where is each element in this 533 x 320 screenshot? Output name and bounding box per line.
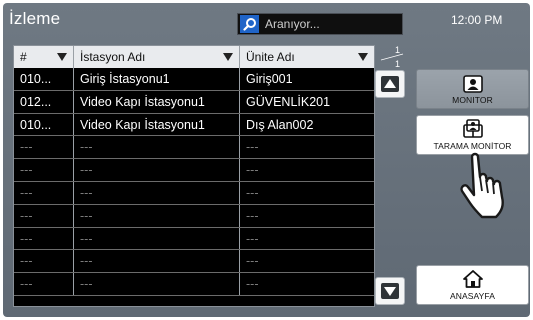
scroll-up-button[interactable]: [375, 70, 405, 98]
page-indicator: 1 1: [377, 45, 407, 69]
scan-monitor-button[interactable]: TARAMA MONİTOR: [416, 115, 529, 155]
cell-number: ---: [14, 181, 74, 204]
table-row: --- --- ---: [14, 136, 374, 160]
table-header: # İstasyon Adı Ünite Adı: [14, 46, 374, 68]
cell-station-name: ---: [74, 250, 240, 273]
cell-unit-name: ---: [246, 231, 259, 246]
page-title: İzleme: [9, 9, 61, 28]
station-table: # İstasyon Adı Ünite Adı 010... Giriş İs…: [13, 45, 375, 307]
cell-station-name: ---: [74, 227, 240, 250]
scan-monitor-button-label: TARAMA MONİTOR: [433, 141, 512, 151]
cell-unit-name: ---: [246, 163, 259, 178]
search-box[interactable]: [237, 13, 403, 35]
search-input[interactable]: [259, 16, 402, 32]
cell-station-name: Giriş İstasyonu1: [74, 68, 240, 90]
triangle-down-icon: [381, 283, 399, 299]
scroll-down-button[interactable]: [375, 277, 405, 305]
scan-monitor-icon: [462, 119, 483, 138]
column-label: Ünite Adı: [246, 50, 295, 64]
table-row: --- --- ---: [14, 227, 374, 251]
home-icon: [462, 270, 483, 288]
table-row: --- --- ---: [14, 273, 374, 296]
column-header-station-name[interactable]: İstasyon Adı: [74, 46, 240, 68]
cell-station-name: Video Kapı İstasyonu1: [74, 90, 240, 113]
cell-station-name: ---: [74, 159, 240, 181]
table-row: --- --- ---: [14, 250, 374, 274]
cell-unit-name: ---: [246, 277, 259, 292]
column-label: İstasyon Adı: [80, 50, 146, 64]
cell-unit-name: ---: [246, 140, 259, 155]
cell-number: 012...: [14, 90, 74, 113]
pointing-hand-icon: [460, 152, 504, 219]
page-divider-icon: [380, 53, 404, 61]
table-row: --- --- ---: [14, 204, 374, 228]
person-monitor-icon: [462, 75, 483, 93]
cell-unit-name: GÜVENLİK201: [246, 94, 331, 109]
cell-number: ---: [14, 273, 74, 295]
cell-unit-name: Giriş001: [246, 72, 293, 86]
cell-number: ---: [14, 227, 74, 250]
table-row[interactable]: 010... Video Kapı İstasyonu1 Dış Alan002: [14, 113, 374, 137]
search-icon[interactable]: [240, 15, 259, 33]
table-row: --- --- ---: [14, 159, 374, 182]
table-row[interactable]: 012... Video Kapı İstasyonu1 GÜVENLİK201: [14, 90, 374, 114]
page-current: 1: [395, 45, 401, 55]
cell-unit-name: ---: [246, 185, 259, 200]
cell-station-name: ---: [74, 273, 240, 295]
sort-arrow-icon[interactable]: [223, 53, 233, 61]
triangle-up-icon: [381, 76, 399, 92]
cell-number: ---: [14, 250, 74, 273]
home-button-label: ANASAYFA: [449, 291, 496, 301]
cell-number: ---: [14, 136, 74, 159]
column-header-unit-name[interactable]: Ünite Adı: [240, 46, 374, 68]
sort-arrow-icon[interactable]: [57, 53, 67, 61]
cell-station-name: Video Kapı İstasyonu1: [74, 113, 240, 136]
table-body: 010... Giriş İstasyonu1 Giriş001 012... …: [14, 68, 374, 296]
monitor-button-label: MONITOR: [452, 95, 493, 105]
cell-station-name: ---: [74, 204, 240, 227]
cell-unit-name: ---: [246, 254, 259, 269]
cell-unit-name: Dış Alan002: [246, 117, 314, 132]
app-window: İzleme 12:00 PM # İstasyon Adı Ünite Adı: [3, 3, 530, 317]
cell-number: 010...: [14, 68, 74, 90]
table-row[interactable]: 010... Giriş İstasyonu1 Giriş001: [14, 68, 374, 91]
sort-arrow-icon[interactable]: [358, 53, 368, 61]
monitor-button[interactable]: MONITOR: [416, 69, 529, 109]
clock: 12:00 PM: [451, 13, 503, 27]
table-row: --- --- ---: [14, 181, 374, 205]
cell-number: 010...: [14, 113, 74, 136]
column-header-number[interactable]: #: [14, 46, 74, 68]
cell-unit-name: ---: [246, 208, 259, 223]
cell-number: ---: [14, 159, 74, 181]
page-total: 1: [395, 59, 401, 69]
cell-station-name: ---: [74, 136, 240, 159]
column-label: #: [20, 50, 27, 64]
cell-station-name: ---: [74, 181, 240, 204]
cell-number: ---: [14, 204, 74, 227]
home-button[interactable]: ANASAYFA: [416, 265, 529, 305]
